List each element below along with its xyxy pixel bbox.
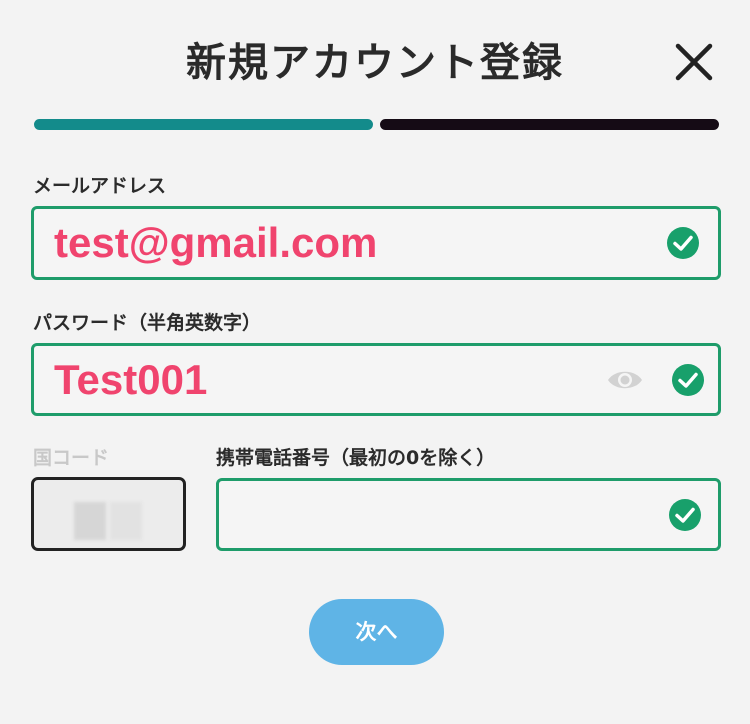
password-field[interactable]: Test001 (31, 343, 721, 416)
page-title: 新規アカウント登録 (186, 40, 564, 86)
phone-label: 携帯電話番号（最初の0を除く） (216, 447, 496, 469)
country-code-field[interactable] (31, 477, 186, 551)
check-circle-icon (667, 227, 699, 259)
country-code-value (74, 502, 106, 540)
close-icon[interactable] (672, 40, 716, 84)
password-label: パスワード（半角英数字） (33, 312, 262, 334)
phone-field[interactable] (216, 478, 721, 551)
email-label: メールアドレス (33, 175, 167, 197)
country-code-label: 国コード (33, 447, 110, 469)
progress-step-2 (380, 119, 719, 130)
email-value: test@gmail.com (54, 219, 378, 266)
progress-step-1 (34, 119, 373, 130)
email-field[interactable]: test@gmail.com (31, 206, 721, 280)
check-circle-icon (672, 363, 704, 396)
close-button[interactable] (672, 40, 716, 84)
eye-icon[interactable] (606, 367, 644, 393)
check-circle-icon (669, 498, 701, 531)
password-value: Test001 (54, 355, 208, 403)
next-button[interactable]: 次へ (309, 599, 444, 665)
